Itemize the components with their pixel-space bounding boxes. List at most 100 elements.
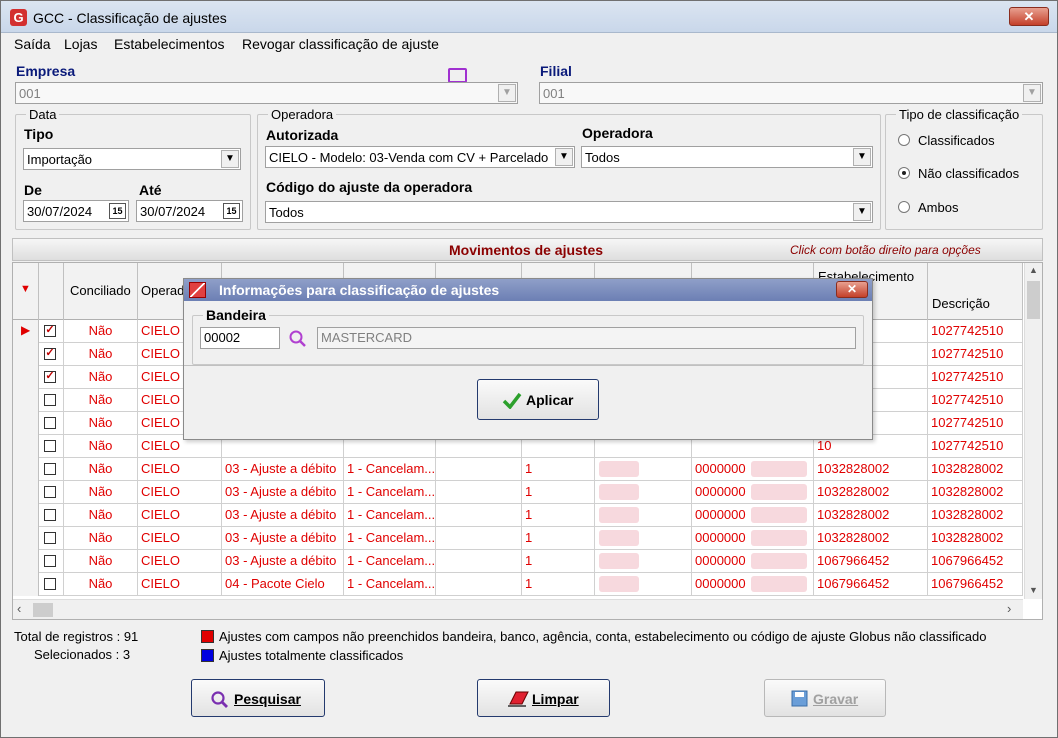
- redacted-mark: [751, 553, 807, 569]
- row-indicator[interactable]: [13, 343, 39, 366]
- cell-conciliado: Não: [64, 527, 138, 550]
- cell-motivo: 1 - Cancelam...: [344, 550, 436, 573]
- legend-red-swatch: [201, 630, 214, 643]
- row-checkbox[interactable]: [44, 417, 56, 429]
- cell-blank: [436, 550, 522, 573]
- aplicar-button[interactable]: Aplicar: [477, 379, 599, 420]
- eraser-icon: [508, 691, 529, 707]
- empresa-combo[interactable]: 001 ▼: [15, 82, 518, 104]
- row-checkbox[interactable]: [44, 463, 56, 475]
- row-checkbox[interactable]: ✓: [44, 371, 56, 383]
- table-row[interactable]: Não CIELO 03 - Ajuste a débito 1 - Cancelam…: [13, 550, 1023, 573]
- scroll-thumb[interactable]: [1027, 281, 1040, 319]
- row-indicator[interactable]: [13, 527, 39, 550]
- de-date-field[interactable]: 30/07/2024 15: [23, 200, 129, 222]
- row-checkbox[interactable]: ✓: [44, 348, 56, 360]
- cell-estab: 1032828002: [814, 481, 928, 504]
- hscroll-thumb[interactable]: [33, 603, 53, 617]
- scroll-left-icon[interactable]: ‹: [17, 601, 21, 616]
- grid-hint: Click com botão direito para opções: [790, 243, 981, 257]
- table-row[interactable]: Não CIELO 03 - Ajuste a débito 1 - Cancelam…: [13, 481, 1023, 504]
- ate-date-value: 30/07/2024: [140, 204, 206, 219]
- dialog-close-button[interactable]: ✕: [836, 281, 868, 298]
- limpar-button[interactable]: Limpar: [477, 679, 610, 717]
- ate-date-field[interactable]: 30/07/2024 15: [136, 200, 243, 222]
- row-indicator[interactable]: ▶: [13, 320, 39, 343]
- scroll-right-icon[interactable]: ›: [1007, 601, 1011, 616]
- table-row[interactable]: Não CIELO 03 - Ajuste a débito 1 - Cancelam…: [13, 458, 1023, 481]
- operadora-combo[interactable]: Todos ▼: [581, 146, 873, 168]
- row-indicator[interactable]: [13, 573, 39, 596]
- cell-desc: 1032828002: [928, 458, 1023, 481]
- row-indicator[interactable]: [13, 550, 39, 573]
- calendar-icon[interactable]: 15: [109, 203, 126, 219]
- row-checkbox[interactable]: [44, 440, 56, 452]
- menu-estabelecimentos[interactable]: Estabelecimentos: [114, 36, 225, 52]
- scroll-down-icon[interactable]: ▼: [1029, 585, 1038, 595]
- gravar-button[interactable]: Gravar: [764, 679, 886, 717]
- col-descricao-label: Descrição: [932, 296, 990, 311]
- radio-dot[interactable]: [898, 167, 910, 179]
- cell-qtd: 1: [522, 550, 595, 573]
- table-row[interactable]: Não CIELO 03 - Ajuste a débito 1 - Cancelam…: [13, 527, 1023, 550]
- menu-saida[interactable]: Saída: [14, 36, 51, 52]
- cell-desc: 1032828002: [928, 481, 1023, 504]
- radio-label: Ambos: [918, 200, 959, 215]
- radio-dot[interactable]: [898, 134, 910, 146]
- cell-conciliado: Não: [64, 573, 138, 596]
- row-indicator[interactable]: [13, 481, 39, 504]
- cell-blank: [436, 458, 522, 481]
- scroll-up-icon[interactable]: ▲: [1029, 265, 1038, 275]
- row-checkbox[interactable]: [44, 509, 56, 521]
- codigo-combo[interactable]: Todos ▼: [265, 201, 873, 223]
- row-checkbox[interactable]: [44, 555, 56, 567]
- cell-tipo: 03 - Ajuste a débito: [222, 458, 344, 481]
- cell-conciliado: Não: [64, 481, 138, 504]
- chevron-down-icon[interactable]: ▼: [555, 148, 573, 166]
- search-icon[interactable]: [288, 329, 308, 349]
- row-indicator[interactable]: [13, 435, 39, 458]
- tipo-combo[interactable]: Importação ▼: [23, 148, 241, 170]
- pesquisar-button[interactable]: Pesquisar: [191, 679, 325, 717]
- chevron-down-icon[interactable]: ▼: [498, 84, 516, 102]
- cell-desc: 1027742510: [928, 366, 1023, 389]
- cell-desc: 1032828002: [928, 527, 1023, 550]
- cell-motivo: 1 - Cancelam...: [344, 573, 436, 596]
- filial-combo[interactable]: 001 ▼: [539, 82, 1043, 104]
- table-row[interactable]: Não CIELO 03 - Ajuste a débito 1 - Cancelam…: [13, 504, 1023, 527]
- row-indicator[interactable]: [13, 412, 39, 435]
- chevron-down-icon[interactable]: ▼: [853, 203, 871, 221]
- menu-lojas[interactable]: Lojas: [64, 36, 97, 52]
- row-checkbox[interactable]: ✓: [44, 325, 56, 337]
- vertical-scrollbar[interactable]: ▲ ▼: [1024, 263, 1042, 599]
- row-checkbox[interactable]: [44, 394, 56, 406]
- redacted-mark: [751, 484, 807, 500]
- row-indicator[interactable]: [13, 504, 39, 527]
- horizontal-scrollbar[interactable]: ‹ ›: [13, 599, 1023, 619]
- col-conciliado[interactable]: Conciliado: [64, 263, 138, 320]
- chevron-down-icon[interactable]: ▼: [853, 148, 871, 166]
- monitor-icon[interactable]: [448, 68, 467, 83]
- col-check[interactable]: [39, 263, 64, 320]
- col-descricao[interactable]: Descrição: [928, 263, 1023, 320]
- menu-revogar[interactable]: Revogar classificação de ajuste: [242, 36, 439, 52]
- chevron-down-icon[interactable]: ▼: [221, 150, 239, 168]
- table-row[interactable]: Não CIELO 04 - Pacote Cielo 1 - Cancelam...…: [13, 573, 1023, 596]
- bandeira-code-input[interactable]: 00002: [200, 327, 280, 349]
- row-checkbox[interactable]: [44, 578, 56, 590]
- cell-estab: 1032828002: [814, 458, 928, 481]
- row-indicator[interactable]: [13, 458, 39, 481]
- chevron-down-icon[interactable]: ▼: [1023, 84, 1041, 102]
- sort-indicator[interactable]: ▼: [13, 263, 39, 320]
- row-indicator[interactable]: [13, 389, 39, 412]
- cell-estab: 1067966452: [814, 573, 928, 596]
- close-button[interactable]: ✕: [1009, 7, 1049, 26]
- calendar-icon[interactable]: 15: [223, 203, 240, 219]
- radio-dot[interactable]: [898, 201, 910, 213]
- radio-label: Classificados: [918, 133, 995, 148]
- autorizada-combo[interactable]: CIELO - Modelo: 03-Venda com CV + Parcel…: [265, 146, 575, 168]
- row-indicator[interactable]: [13, 366, 39, 389]
- grid-header-bar: Movimentos de ajustes Click com botão di…: [12, 238, 1043, 261]
- row-checkbox[interactable]: [44, 486, 56, 498]
- row-checkbox[interactable]: [44, 532, 56, 544]
